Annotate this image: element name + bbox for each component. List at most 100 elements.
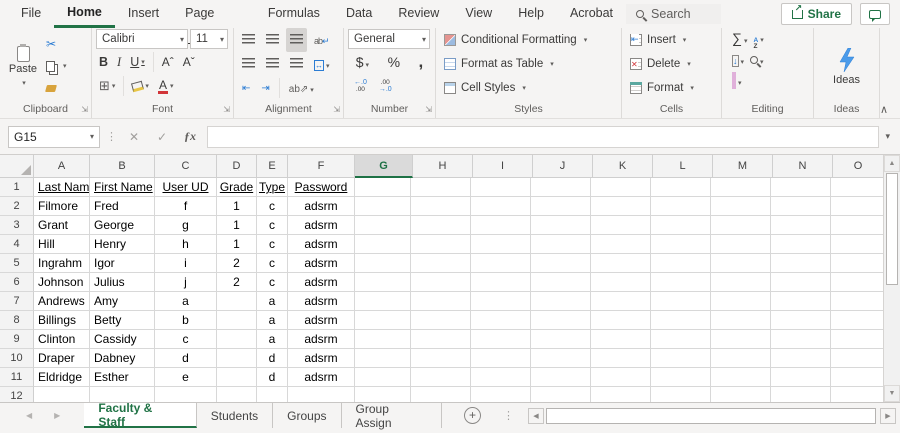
search-box[interactable]: Search <box>626 4 721 24</box>
cell[interactable] <box>288 387 355 402</box>
align-middle-button[interactable] <box>262 28 283 52</box>
insert-function-button[interactable]: ƒx <box>179 129 201 144</box>
cell[interactable] <box>217 349 257 368</box>
ideas-button[interactable]: Ideas <box>823 32 871 102</box>
clipboard-dialog-launcher[interactable]: ⇲ <box>81 103 88 117</box>
cell[interactable]: Henry <box>90 235 155 254</box>
row-header[interactable]: 5 <box>0 254 34 273</box>
sheet-nav-right-icon[interactable]: ▶ <box>54 411 60 420</box>
tab-acrobat[interactable]: Acrobat <box>557 0 626 28</box>
cell[interactable]: Eldridge <box>34 368 90 387</box>
cell[interactable]: g <box>155 216 217 235</box>
cell[interactable]: Hill <box>34 235 90 254</box>
format-painter-button[interactable] <box>44 78 69 98</box>
row-header[interactable]: 8 <box>0 311 34 330</box>
cell[interactable]: User UD <box>155 178 217 197</box>
cell[interactable]: George <box>90 216 155 235</box>
tab-page-layout[interactable]: Page Layout <box>172 0 255 47</box>
cell[interactable]: 1 <box>217 235 257 254</box>
cell[interactable]: c <box>257 273 288 292</box>
empty-cells[interactable] <box>355 235 883 254</box>
cancel-button[interactable]: ✕ <box>123 130 145 144</box>
cell[interactable]: Igor <box>90 254 155 273</box>
column-header-h[interactable]: H <box>413 155 473 178</box>
cell[interactable]: a <box>257 311 288 330</box>
tab-file[interactable]: File <box>8 0 54 28</box>
font-color-button[interactable]: A <box>155 79 177 94</box>
conditional-formatting-button[interactable]: Conditional Formatting <box>444 29 617 51</box>
column-header-f[interactable]: F <box>288 155 355 178</box>
row-header[interactable]: 7 <box>0 292 34 311</box>
borders-button[interactable]: ⊞ <box>96 78 118 94</box>
sort-filter-button[interactable]: AZ <box>754 29 764 50</box>
row-header[interactable]: 6 <box>0 273 34 292</box>
cell[interactable]: h <box>155 235 217 254</box>
decrease-font-button[interactable]: Aˇ <box>180 55 198 69</box>
autosum-button[interactable]: ∑ <box>732 30 748 48</box>
increase-decimal-button[interactable]: ←.0.00 <box>352 79 369 93</box>
column-header-d[interactable]: D <box>217 155 257 178</box>
cell[interactable]: Cassidy <box>90 330 155 349</box>
cell[interactable]: 1 <box>217 216 257 235</box>
column-header-j[interactable]: J <box>533 155 593 178</box>
increase-indent-button[interactable]: ⇥ <box>257 80 273 97</box>
scroll-up-icon[interactable]: ▲ <box>884 155 900 172</box>
collapse-ribbon-icon[interactable]: ∧ <box>880 103 888 116</box>
empty-cells[interactable] <box>355 216 883 235</box>
column-header-o[interactable]: O <box>833 155 883 178</box>
cell[interactable]: a <box>257 292 288 311</box>
insert-cells-button[interactable]: Insert <box>630 29 717 51</box>
tab-view[interactable]: View <box>452 0 505 28</box>
cell[interactable]: Last Name <box>34 178 90 197</box>
cell[interactable] <box>257 387 288 402</box>
cell[interactable]: d <box>257 368 288 387</box>
cell[interactable]: adsrm <box>288 292 355 311</box>
sheet-nav-left-icon[interactable]: ◀ <box>26 411 32 420</box>
column-header-m[interactable]: M <box>713 155 773 178</box>
paste-dropdown[interactable] <box>20 76 26 88</box>
row-header[interactable]: 10 <box>0 349 34 368</box>
percent-button[interactable]: % <box>388 54 400 70</box>
cell[interactable]: c <box>155 330 217 349</box>
cell[interactable]: Andrews <box>34 292 90 311</box>
cell[interactable]: Betty <box>90 311 155 330</box>
cell[interactable]: c <box>257 216 288 235</box>
cell[interactable]: Filmore <box>34 197 90 216</box>
fill-color-button[interactable] <box>129 80 152 92</box>
empty-cells[interactable] <box>355 330 883 349</box>
empty-cells[interactable] <box>355 254 883 273</box>
empty-cells[interactable] <box>355 387 883 402</box>
tab-data[interactable]: Data <box>333 0 385 28</box>
comma-style-button[interactable]: , <box>419 53 424 70</box>
empty-cells[interactable] <box>355 349 883 368</box>
select-all-corner[interactable] <box>0 155 34 178</box>
tab-home[interactable]: Home <box>54 0 115 28</box>
cell[interactable]: c <box>257 254 288 273</box>
cell[interactable]: adsrm <box>288 216 355 235</box>
clear-button[interactable] <box>732 72 742 90</box>
cell[interactable]: adsrm <box>288 368 355 387</box>
merge-center-button[interactable]: ↔ <box>310 52 334 76</box>
cell[interactable]: adsrm <box>288 349 355 368</box>
cell[interactable]: Grade <box>217 178 257 197</box>
align-top-button[interactable] <box>238 28 259 52</box>
cell[interactable]: Billings <box>34 311 90 330</box>
align-right-button[interactable] <box>286 52 307 76</box>
row-header[interactable]: 12 <box>0 387 34 402</box>
bold-button[interactable]: B <box>96 55 111 69</box>
sheet-tab-groups[interactable]: Groups <box>273 403 342 428</box>
empty-cells[interactable] <box>355 197 883 216</box>
underline-button[interactable]: U <box>127 55 148 69</box>
number-dialog-launcher[interactable]: ⇲ <box>425 103 432 117</box>
name-box[interactable]: G15 ▾ <box>8 125 100 148</box>
comments-button[interactable] <box>860 3 890 25</box>
cell[interactable]: b <box>155 311 217 330</box>
cell[interactable]: Johnson <box>34 273 90 292</box>
formula-input[interactable] <box>207 125 880 148</box>
cell[interactable] <box>217 330 257 349</box>
column-header-k[interactable]: K <box>593 155 653 178</box>
cell[interactable]: First Name <box>90 178 155 197</box>
cell[interactable]: adsrm <box>288 235 355 254</box>
empty-cells[interactable] <box>355 292 883 311</box>
enter-button[interactable]: ✓ <box>151 130 173 144</box>
